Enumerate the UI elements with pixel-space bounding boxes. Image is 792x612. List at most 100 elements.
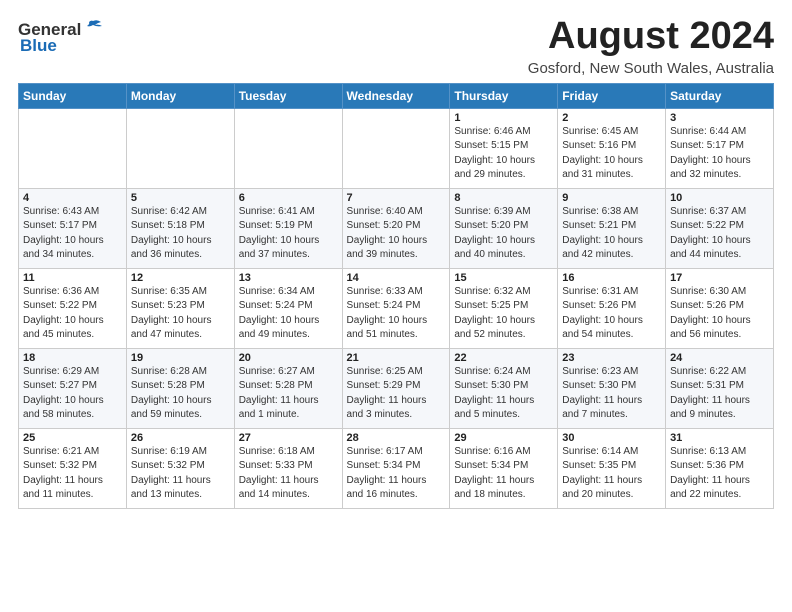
day-detail: Sunrise: 6:22 AMSunset: 5:31 PMDaylight:… — [670, 365, 769, 423]
day-number: 2 — [562, 112, 661, 124]
day-number: 7 — [347, 192, 446, 204]
calendar-cell: 12Sunrise: 6:35 AMSunset: 5:23 PMDayligh… — [126, 268, 234, 348]
day-number: 11 — [23, 272, 122, 284]
day-detail: Sunrise: 6:27 AMSunset: 5:28 PMDaylight:… — [239, 365, 338, 423]
day-number: 23 — [562, 352, 661, 364]
day-number: 28 — [347, 432, 446, 444]
day-detail: Sunrise: 6:46 AMSunset: 5:15 PMDaylight:… — [454, 125, 553, 183]
day-detail: Sunrise: 6:29 AMSunset: 5:27 PMDaylight:… — [23, 365, 122, 423]
calendar-cell: 6Sunrise: 6:41 AMSunset: 5:19 PMDaylight… — [234, 188, 342, 268]
calendar-header-sunday: Sunday — [19, 83, 127, 108]
calendar-cell: 26Sunrise: 6:19 AMSunset: 5:32 PMDayligh… — [126, 428, 234, 508]
calendar-week-row: 25Sunrise: 6:21 AMSunset: 5:32 PMDayligh… — [19, 428, 774, 508]
day-number: 15 — [454, 272, 553, 284]
day-number: 17 — [670, 272, 769, 284]
calendar-cell: 21Sunrise: 6:25 AMSunset: 5:29 PMDayligh… — [342, 348, 450, 428]
calendar-week-row: 4Sunrise: 6:43 AMSunset: 5:17 PMDaylight… — [19, 188, 774, 268]
day-detail: Sunrise: 6:32 AMSunset: 5:25 PMDaylight:… — [454, 285, 553, 343]
calendar-header-tuesday: Tuesday — [234, 83, 342, 108]
day-number: 31 — [670, 432, 769, 444]
day-detail: Sunrise: 6:21 AMSunset: 5:32 PMDaylight:… — [23, 445, 122, 503]
calendar-cell — [19, 108, 127, 188]
day-detail: Sunrise: 6:13 AMSunset: 5:36 PMDaylight:… — [670, 445, 769, 503]
day-number: 18 — [23, 352, 122, 364]
calendar-header-thursday: Thursday — [450, 83, 558, 108]
logo-blue-text: Blue — [20, 36, 57, 56]
day-detail: Sunrise: 6:25 AMSunset: 5:29 PMDaylight:… — [347, 365, 446, 423]
calendar-cell: 30Sunrise: 6:14 AMSunset: 5:35 PMDayligh… — [558, 428, 666, 508]
day-number: 16 — [562, 272, 661, 284]
calendar-cell: 1Sunrise: 6:46 AMSunset: 5:15 PMDaylight… — [450, 108, 558, 188]
calendar-cell: 25Sunrise: 6:21 AMSunset: 5:32 PMDayligh… — [19, 428, 127, 508]
calendar-header-friday: Friday — [558, 83, 666, 108]
calendar-cell: 15Sunrise: 6:32 AMSunset: 5:25 PMDayligh… — [450, 268, 558, 348]
day-number: 13 — [239, 272, 338, 284]
calendar-header-saturday: Saturday — [666, 83, 774, 108]
day-detail: Sunrise: 6:24 AMSunset: 5:30 PMDaylight:… — [454, 365, 553, 423]
calendar-cell: 7Sunrise: 6:40 AMSunset: 5:20 PMDaylight… — [342, 188, 450, 268]
day-detail: Sunrise: 6:17 AMSunset: 5:34 PMDaylight:… — [347, 445, 446, 503]
calendar-cell: 31Sunrise: 6:13 AMSunset: 5:36 PMDayligh… — [666, 428, 774, 508]
calendar-cell — [234, 108, 342, 188]
day-number: 8 — [454, 192, 553, 204]
day-detail: Sunrise: 6:36 AMSunset: 5:22 PMDaylight:… — [23, 285, 122, 343]
header: General Blue August 2024 Gosford, New So… — [18, 16, 774, 77]
day-number: 19 — [131, 352, 230, 364]
day-detail: Sunrise: 6:35 AMSunset: 5:23 PMDaylight:… — [131, 285, 230, 343]
calendar-cell: 5Sunrise: 6:42 AMSunset: 5:18 PMDaylight… — [126, 188, 234, 268]
day-detail: Sunrise: 6:19 AMSunset: 5:32 PMDaylight:… — [131, 445, 230, 503]
day-detail: Sunrise: 6:16 AMSunset: 5:34 PMDaylight:… — [454, 445, 553, 503]
calendar-cell — [126, 108, 234, 188]
day-number: 3 — [670, 112, 769, 124]
calendar-cell: 20Sunrise: 6:27 AMSunset: 5:28 PMDayligh… — [234, 348, 342, 428]
calendar-cell: 8Sunrise: 6:39 AMSunset: 5:20 PMDaylight… — [450, 188, 558, 268]
location-subtitle: Gosford, New South Wales, Australia — [528, 60, 774, 77]
calendar-cell: 19Sunrise: 6:28 AMSunset: 5:28 PMDayligh… — [126, 348, 234, 428]
calendar-week-row: 1Sunrise: 6:46 AMSunset: 5:15 PMDaylight… — [19, 108, 774, 188]
calendar-header-row: SundayMondayTuesdayWednesdayThursdayFrid… — [19, 83, 774, 108]
calendar-cell: 22Sunrise: 6:24 AMSunset: 5:30 PMDayligh… — [450, 348, 558, 428]
calendar-cell: 11Sunrise: 6:36 AMSunset: 5:22 PMDayligh… — [19, 268, 127, 348]
day-detail: Sunrise: 6:45 AMSunset: 5:16 PMDaylight:… — [562, 125, 661, 183]
day-number: 20 — [239, 352, 338, 364]
calendar-cell: 23Sunrise: 6:23 AMSunset: 5:30 PMDayligh… — [558, 348, 666, 428]
calendar-week-row: 11Sunrise: 6:36 AMSunset: 5:22 PMDayligh… — [19, 268, 774, 348]
calendar-cell: 13Sunrise: 6:34 AMSunset: 5:24 PMDayligh… — [234, 268, 342, 348]
calendar-cell: 9Sunrise: 6:38 AMSunset: 5:21 PMDaylight… — [558, 188, 666, 268]
day-number: 27 — [239, 432, 338, 444]
calendar-table: SundayMondayTuesdayWednesdayThursdayFrid… — [18, 83, 774, 509]
day-detail: Sunrise: 6:37 AMSunset: 5:22 PMDaylight:… — [670, 205, 769, 263]
calendar-header-monday: Monday — [126, 83, 234, 108]
day-detail: Sunrise: 6:40 AMSunset: 5:20 PMDaylight:… — [347, 205, 446, 263]
day-detail: Sunrise: 6:39 AMSunset: 5:20 PMDaylight:… — [454, 205, 553, 263]
calendar-cell: 24Sunrise: 6:22 AMSunset: 5:31 PMDayligh… — [666, 348, 774, 428]
calendar-cell: 17Sunrise: 6:30 AMSunset: 5:26 PMDayligh… — [666, 268, 774, 348]
day-number: 4 — [23, 192, 122, 204]
day-number: 22 — [454, 352, 553, 364]
calendar-cell — [342, 108, 450, 188]
calendar-cell: 3Sunrise: 6:44 AMSunset: 5:17 PMDaylight… — [666, 108, 774, 188]
day-number: 29 — [454, 432, 553, 444]
day-number: 6 — [239, 192, 338, 204]
calendar-cell: 18Sunrise: 6:29 AMSunset: 5:27 PMDayligh… — [19, 348, 127, 428]
calendar-cell: 29Sunrise: 6:16 AMSunset: 5:34 PMDayligh… — [450, 428, 558, 508]
calendar-cell: 2Sunrise: 6:45 AMSunset: 5:16 PMDaylight… — [558, 108, 666, 188]
day-number: 14 — [347, 272, 446, 284]
day-number: 21 — [347, 352, 446, 364]
day-detail: Sunrise: 6:44 AMSunset: 5:17 PMDaylight:… — [670, 125, 769, 183]
calendar-cell: 16Sunrise: 6:31 AMSunset: 5:26 PMDayligh… — [558, 268, 666, 348]
calendar-cell: 27Sunrise: 6:18 AMSunset: 5:33 PMDayligh… — [234, 428, 342, 508]
day-detail: Sunrise: 6:33 AMSunset: 5:24 PMDaylight:… — [347, 285, 446, 343]
day-number: 26 — [131, 432, 230, 444]
day-detail: Sunrise: 6:31 AMSunset: 5:26 PMDaylight:… — [562, 285, 661, 343]
day-detail: Sunrise: 6:30 AMSunset: 5:26 PMDaylight:… — [670, 285, 769, 343]
day-detail: Sunrise: 6:38 AMSunset: 5:21 PMDaylight:… — [562, 205, 661, 263]
calendar-cell: 4Sunrise: 6:43 AMSunset: 5:17 PMDaylight… — [19, 188, 127, 268]
day-number: 1 — [454, 112, 553, 124]
title-block: August 2024 Gosford, New South Wales, Au… — [528, 16, 774, 77]
day-detail: Sunrise: 6:42 AMSunset: 5:18 PMDaylight:… — [131, 205, 230, 263]
month-year-title: August 2024 — [528, 16, 774, 58]
day-number: 12 — [131, 272, 230, 284]
day-detail: Sunrise: 6:14 AMSunset: 5:35 PMDaylight:… — [562, 445, 661, 503]
calendar-cell: 14Sunrise: 6:33 AMSunset: 5:24 PMDayligh… — [342, 268, 450, 348]
